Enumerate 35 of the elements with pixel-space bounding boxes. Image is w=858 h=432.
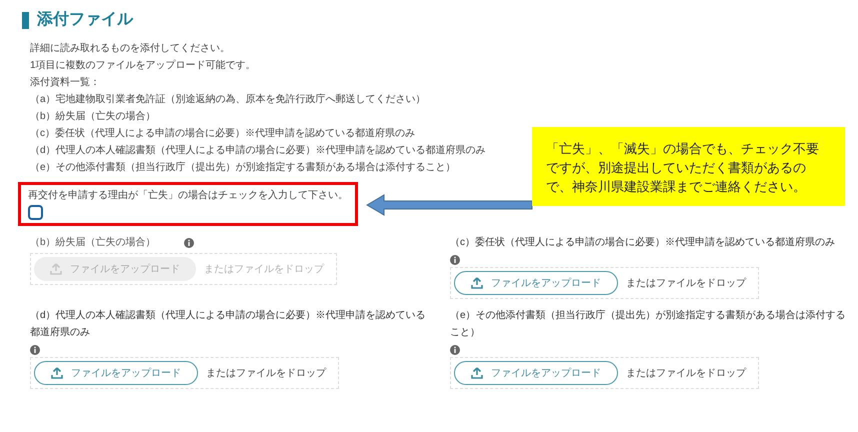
drop-zone[interactable]: ファイルをアップロード またはファイルをドロップ — [450, 267, 759, 299]
section-heading: 添付ファイル — [37, 10, 133, 30]
upload-icon — [50, 263, 62, 275]
upload-label: （d）代理人の本人確認書類（代理人による申請の場合に必要）※代理申請を認めている都道府県のみ — [30, 308, 427, 340]
drop-hint: またはファイルをドロップ — [204, 262, 324, 276]
callout-note: 「亡失」、「滅失」の場合でも、チェック不要ですが、別途提出していただく書類があるので、神奈川県建設業課までご連絡ください。 — [532, 127, 845, 206]
list-item: （a）宅地建物取引業者免許証（別途返納の為、原本を免許行政庁へ郵送してください） — [30, 92, 426, 107]
list-item: （e）その他添付書類（担当行政庁（提出先）が別途指定する書類がある場合は添付すること） — [30, 160, 456, 175]
heading-bar — [22, 12, 29, 28]
drop-zone[interactable]: ファイルをアップロード またはファイルをドロップ — [30, 357, 339, 389]
checkbox-label: 再交付を申請する理由が「亡失」の場合はチェックを入力して下さい。 — [28, 188, 348, 203]
upload-label: （b）紛失届（亡失の場合） — [30, 236, 156, 250]
drop-hint: またはファイルをドロップ — [626, 276, 746, 290]
upload-icon — [51, 367, 63, 379]
drop-hint: またはファイルをドロップ — [626, 366, 746, 380]
list-item: （d）代理人の本人確認書類（代理人による申請の場合に必要）※代理申請を認めている都道府県のみ — [30, 144, 486, 158]
drop-hint: またはファイルをドロップ — [206, 366, 326, 380]
upload-label: （e）その他添付書類（担当行政庁（提出先）が別途指定する書類がある場合は添付すること） — [450, 308, 847, 340]
list-item: （b）紛失届（亡失の場合） — [30, 110, 156, 124]
info-icon[interactable] — [30, 345, 40, 355]
upload-button[interactable]: ファイルをアップロード — [454, 271, 618, 295]
drop-zone[interactable]: ファイルをアップロード またはファイルをドロップ — [450, 357, 759, 389]
upload-icon — [471, 277, 483, 289]
intro-text: 1項目に複数のファイルをアップロード可能です。 — [30, 58, 256, 73]
info-icon[interactable] — [450, 255, 460, 265]
info-icon[interactable] — [450, 345, 460, 355]
upload-label: （c）委任状（代理人による申請の場合に必要）※代理申請を認めている都道府県のみ — [450, 236, 835, 250]
intro-text: 詳細に読み取れるものを添付してください。 — [30, 42, 230, 56]
upload-icon — [471, 367, 483, 379]
upload-button[interactable]: ファイルをアップロード — [454, 361, 618, 385]
list-item: （c）委任状（代理人による申請の場合に必要）※代理申請を認めている都道府県のみ — [30, 126, 415, 141]
checkbox[interactable] — [28, 205, 43, 220]
info-icon[interactable] — [184, 238, 194, 248]
upload-button[interactable]: ファイルをアップロード — [34, 361, 198, 385]
intro-text: 添付資料一覧： — [30, 76, 100, 90]
